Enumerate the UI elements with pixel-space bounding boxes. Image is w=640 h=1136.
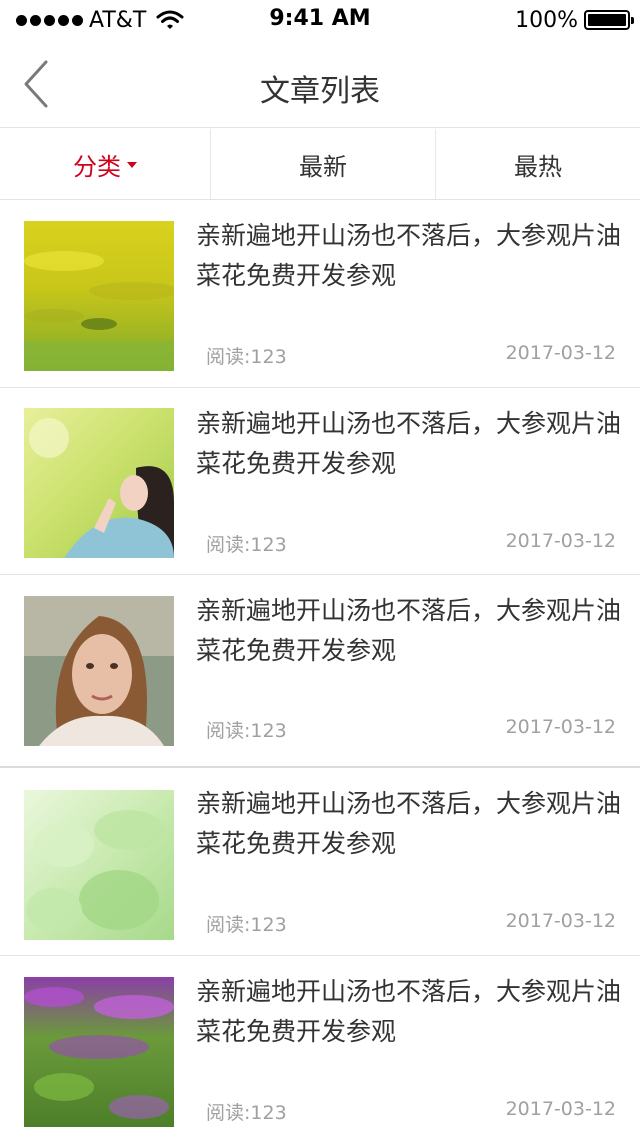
article-title: 亲新遍地开山汤也不落后，大参观片油菜花免费开发参观 <box>196 409 622 478</box>
article-thumbnail <box>24 790 174 940</box>
battery-icon <box>584 10 634 30</box>
tab-hottest[interactable]: 最热 <box>436 129 640 199</box>
article-date: 2017-03-12 <box>505 342 616 364</box>
article-read-count: 阅读:123 <box>206 720 287 742</box>
tab-latest[interactable]: 最新 <box>211 129 436 199</box>
navigation-bar: 文章列表 <box>0 40 640 128</box>
article-title: 亲新遍地开山汤也不落后，大参观片油菜花免费开发参观 <box>196 596 622 665</box>
filter-tabs: 分类 最新 最热 <box>0 129 640 200</box>
article-title: 亲新遍地开山汤也不落后，大参观片油菜花免费开发参观 <box>196 789 622 858</box>
article-date: 2017-03-12 <box>505 910 616 932</box>
battery-percentage: 100% <box>515 7 578 33</box>
status-right: 100% <box>515 6 634 34</box>
tab-category[interactable]: 分类 <box>0 129 211 199</box>
page-title: 文章列表 <box>260 74 380 109</box>
article-date: 2017-03-12 <box>505 1098 616 1120</box>
caret-down-icon <box>127 162 137 168</box>
article-date: 2017-03-12 <box>505 530 616 552</box>
article-read-count: 阅读:123 <box>206 1102 287 1124</box>
article-item[interactable]: 亲新遍地开山汤也不落后，大参观片油菜花免费开发参观 阅读:123 2017-03… <box>0 388 640 575</box>
article-title: 亲新遍地开山汤也不落后，大参观片油菜花免费开发参观 <box>196 977 622 1046</box>
article-read-count: 阅读:123 <box>206 914 287 936</box>
article-date: 2017-03-12 <box>505 716 616 738</box>
tab-latest-label: 最新 <box>299 152 347 181</box>
article-thumbnail <box>24 596 174 746</box>
status-bar: AT&T 9:41 AM 100% <box>0 0 640 40</box>
article-item[interactable]: 亲新遍地开山汤也不落后，大参观片油菜花免费开发参观 阅读:123 2017-03… <box>0 956 640 1136</box>
article-item[interactable]: 亲新遍地开山汤也不落后，大参观片油菜花免费开发参观 阅读:123 2017-03… <box>0 768 640 956</box>
article-title: 亲新遍地开山汤也不落后，大参观片油菜花免费开发参观 <box>196 221 622 290</box>
article-read-count: 阅读:123 <box>206 346 287 368</box>
article-item[interactable]: 亲新遍地开山汤也不落后，大参观片油菜花免费开发参观 阅读:123 2017-03… <box>0 575 640 768</box>
tab-hottest-label: 最热 <box>514 152 562 181</box>
tab-category-label: 分类 <box>73 152 121 181</box>
article-thumbnail <box>24 221 174 371</box>
article-item[interactable]: 亲新遍地开山汤也不落后，大参观片油菜花免费开发参观 阅读:123 2017-03… <box>0 200 640 388</box>
article-thumbnail <box>24 408 174 558</box>
article-read-count: 阅读:123 <box>206 534 287 556</box>
article-thumbnail <box>24 977 174 1127</box>
